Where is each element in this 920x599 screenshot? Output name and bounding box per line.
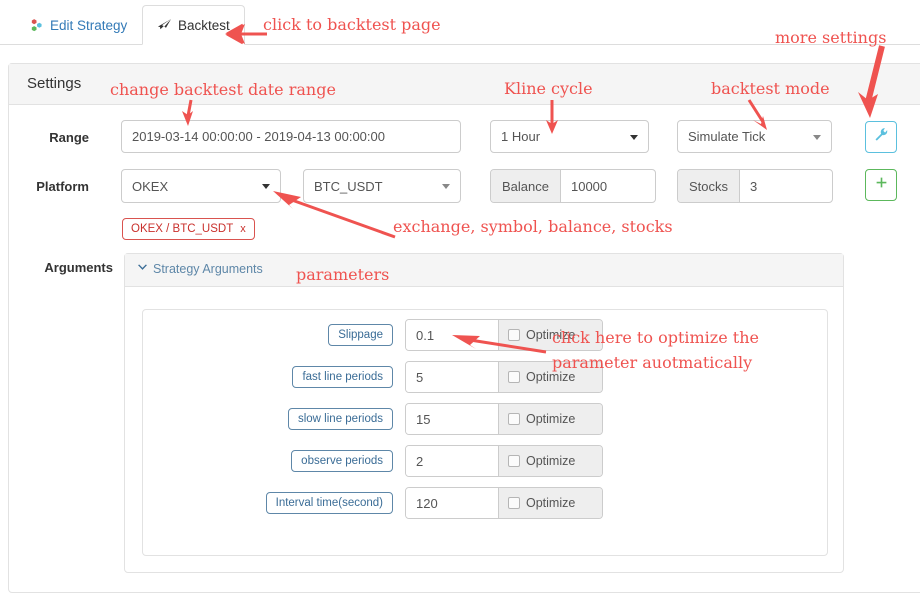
arrow-to-backtest-tab [225, 23, 267, 45]
optimize-checkbox[interactable] [508, 413, 520, 425]
date-range-input[interactable]: 2019-03-14 00:00:00 - 2019-04-13 00:00:0… [121, 120, 461, 153]
optimize-checkbox[interactable] [508, 497, 520, 509]
add-platform-button[interactable] [865, 169, 897, 201]
exchange-value: OKEX [132, 178, 169, 194]
parameter-name-badge[interactable]: fast line periods [292, 366, 393, 388]
balance-label: Balance [491, 170, 561, 202]
optimize-checkbox[interactable] [508, 371, 520, 383]
close-icon[interactable]: x [240, 223, 246, 235]
optimize-label: Optimize [526, 496, 576, 510]
parameter-row: slow line periods 15 Optimize [143, 403, 827, 435]
optimize-label: Optimize [526, 454, 576, 468]
parameter-label-wrap: slow line periods [203, 408, 393, 430]
parameter-name-badge[interactable]: observe periods [291, 450, 393, 472]
chevron-down-icon [137, 262, 148, 276]
strategy-arguments-title: Strategy Arguments [153, 262, 263, 276]
parameter-label-wrap: Interval time(second) [203, 492, 393, 514]
page-title: Settings [27, 75, 82, 92]
strategy-arguments-header[interactable]: Strategy Arguments [125, 254, 843, 287]
annotation-change-date-range: change backtest date range [110, 80, 336, 99]
parameter-row: observe periods 2 Optimize [143, 445, 827, 477]
parameter-name-badge[interactable]: Slippage [328, 324, 393, 346]
tab-edit-strategy[interactable]: Edit Strategy [14, 6, 142, 44]
rocket-icon [157, 18, 172, 33]
balance-input[interactable]: 10000 [561, 170, 655, 202]
parameter-value-input[interactable]: 120 [406, 488, 498, 518]
arrow-to-date-range [182, 99, 193, 126]
chip-label: OKEX / BTC_USDT [131, 223, 234, 235]
kline-cycle-select[interactable]: 1 Hour [490, 120, 649, 153]
more-settings-button[interactable] [865, 121, 897, 153]
arrow-to-exchange-select [273, 191, 396, 239]
annotation-kline-cycle: Kline cycle [504, 79, 593, 98]
annotation-exchange-symbol: exchange, symbol, balance, stocks [393, 217, 673, 236]
tab-edit-strategy-label: Edit Strategy [50, 17, 128, 33]
annotation-parameters: parameters [296, 265, 390, 284]
backtest-settings-page: Edit Strategy Backtest Settings Range 20… [0, 0, 920, 599]
chevron-down-icon [813, 134, 821, 140]
stocks-input-group[interactable]: Stocks 3 [677, 169, 833, 203]
platform-label: Platform [36, 179, 89, 194]
optimize-toggle[interactable]: Optimize [498, 404, 602, 434]
optimize-toggle[interactable]: Optimize [498, 446, 602, 476]
puzzle-icon [29, 18, 44, 33]
kline-cycle-value: 1 Hour [501, 129, 541, 144]
parameter-input-group: 120 Optimize [405, 487, 603, 519]
arrow-to-optimize-checkbox [452, 335, 547, 354]
parameter-label-wrap: observe periods [203, 450, 393, 472]
range-label: Range [49, 130, 89, 145]
parameter-name-badge[interactable]: Interval time(second) [265, 492, 393, 514]
date-range-value: 2019-03-14 00:00:00 - 2019-04-13 00:00:0… [132, 129, 385, 144]
parameter-name-badge[interactable]: slow line periods [287, 408, 393, 430]
wrench-icon [874, 127, 889, 147]
balance-input-group[interactable]: Balance 10000 [490, 169, 656, 203]
annotation-optimize-line1: click here to optimize the [552, 328, 759, 347]
annotation-backtest-mode: backtest mode [711, 79, 830, 98]
parameter-input-group: 2 Optimize [405, 445, 603, 477]
parameter-label-wrap: Slippage [203, 324, 393, 346]
stocks-label: Stocks [678, 170, 741, 202]
annotation-optimize-line2: parameter auotmatically [552, 353, 753, 372]
parameter-value-input[interactable]: 2 [406, 446, 498, 476]
chevron-down-icon [630, 134, 638, 140]
annotation-click-backtest: click to backtest page [263, 15, 441, 34]
parameter-row: Interval time(second) 120 Optimize [143, 487, 827, 519]
parameter-label-wrap: fast line periods [203, 366, 393, 388]
arrow-to-kline-cycle [546, 100, 558, 134]
selected-platform-chip[interactable]: OKEX / BTC_USDT x [122, 218, 255, 240]
strategy-arguments-toggle[interactable]: Strategy Arguments [137, 262, 263, 276]
plus-icon [875, 176, 888, 194]
arguments-label: Arguments [44, 260, 113, 275]
parameter-value-input[interactable]: 5 [406, 362, 498, 392]
arrow-to-backtest-mode [747, 99, 767, 130]
parameter-input-group: 15 Optimize [405, 403, 603, 435]
arrow-to-more-settings [858, 45, 885, 118]
optimize-label: Optimize [526, 412, 576, 426]
optimize-checkbox[interactable] [508, 455, 520, 467]
stocks-input[interactable]: 3 [740, 170, 832, 202]
optimize-toggle[interactable]: Optimize [498, 488, 602, 518]
parameter-value-input[interactable]: 15 [406, 404, 498, 434]
strategy-arguments-panel: Strategy Arguments Slippage 0.1 Optimize fa… [124, 253, 844, 573]
chevron-down-icon [442, 184, 450, 189]
